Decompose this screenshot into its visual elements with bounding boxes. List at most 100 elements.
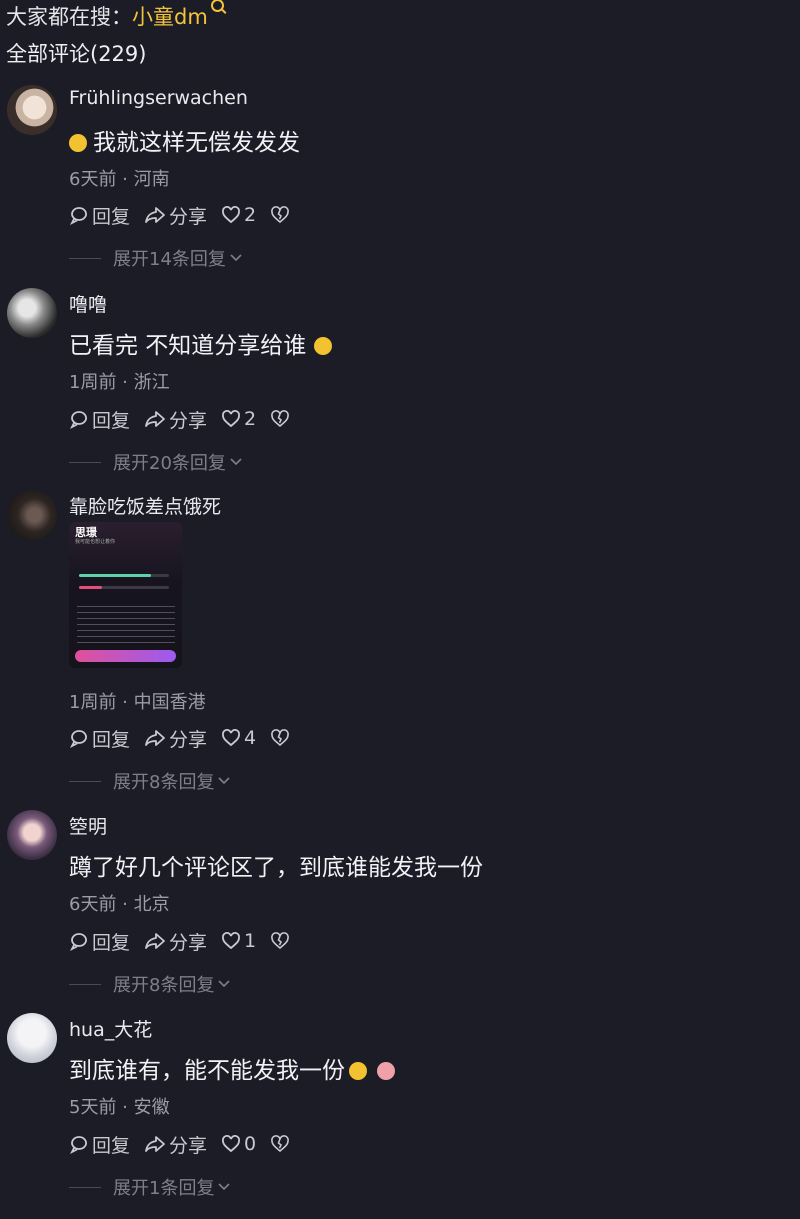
broken-heart-icon [271, 206, 290, 224]
comment-image[interactable]: 思璟 我可能也想让着你 [69, 522, 182, 668]
comment-time-location: 5天前 · 安徽 [69, 1097, 170, 1118]
pleading-emoji-icon [377, 1062, 395, 1080]
comment-text: 到底谁有，能不能发我一份 [69, 1051, 395, 1085]
progress-track [79, 574, 169, 577]
comment-time-location: 1周前 · 中国香港 [69, 692, 206, 713]
chevron-down-icon [218, 1183, 231, 1191]
like-button[interactable]: 1 [221, 930, 256, 952]
divider-line [69, 461, 101, 463]
avatar[interactable] [7, 85, 57, 135]
search-prefix: 大家都在搜： [6, 5, 132, 29]
divider-line [69, 780, 101, 782]
comment-time-location: 1周前 · 浙江 [69, 372, 170, 393]
broken-heart-icon [271, 729, 290, 747]
like-count: 4 [244, 727, 257, 749]
reply-bubble-icon [69, 933, 87, 951]
expand-replies-button[interactable]: 展开8条回复 [69, 768, 231, 794]
comment-item: 靠脸吃饭差点饿死 思璟 我可能也想让着你 1周前 · 中国香港 回复 分享 4 [0, 490, 800, 800]
chevron-down-icon [218, 777, 231, 785]
like-button[interactable]: 2 [221, 204, 256, 226]
avatar[interactable] [7, 810, 57, 860]
avatar[interactable] [7, 1013, 57, 1063]
chevron-down-icon [230, 254, 242, 262]
expand-replies-button[interactable]: 展开14条回复 [69, 245, 243, 271]
comment-actions: 回复 分享 2 [69, 406, 307, 432]
image-button [75, 650, 176, 662]
heart-icon [222, 410, 241, 428]
dislike-button[interactable] [270, 1134, 293, 1154]
comments-count-title: 全部评论(229) [6, 42, 147, 66]
comment-actions: 回复 分享 1 [69, 928, 307, 954]
dislike-button[interactable] [270, 205, 293, 225]
expand-replies-button[interactable]: 展开1条回复 [69, 1174, 231, 1200]
search-suggestion[interactable]: 大家都在搜：小童dm [6, 0, 224, 36]
divider-line [69, 1186, 101, 1188]
chevron-down-icon [230, 458, 242, 466]
comment-author[interactable]: 箜明 [69, 812, 107, 839]
share-button[interactable]: 分享 [144, 406, 207, 433]
comment-text: 蹲了好几个评论区了，到底谁能发我一份 [69, 855, 483, 881]
like-count: 0 [244, 1133, 257, 1155]
progress-track [79, 586, 169, 589]
dislike-button[interactable] [270, 931, 293, 951]
search-icon [210, 0, 224, 12]
comment-actions: 回复 分享 2 [69, 202, 307, 228]
image-subtitle: 我可能也想让着你 [75, 539, 116, 545]
share-arrow-icon [145, 933, 165, 949]
like-count: 1 [244, 930, 257, 952]
chevron-down-icon [218, 980, 231, 988]
expand-replies-button[interactable]: 展开20条回复 [69, 449, 243, 475]
comment-author[interactable]: hua_大花 [69, 1015, 152, 1042]
comment-author[interactable]: 噜噜 [69, 290, 107, 317]
progress-fill [79, 574, 151, 577]
broken-heart-icon [271, 410, 290, 428]
comment-item: hua_大花 到底谁有，能不能发我一份 5天前 · 安徽 回复 分享 0 展开1… [0, 1013, 800, 1203]
like-button[interactable]: 0 [221, 1133, 256, 1155]
broken-heart-icon [271, 932, 290, 950]
reply-button[interactable]: 回复 [69, 406, 130, 433]
avatar[interactable] [7, 288, 57, 338]
share-button[interactable]: 分享 [144, 1131, 207, 1158]
comment-author[interactable]: 靠脸吃饭差点饿死 [69, 492, 221, 519]
reply-button[interactable]: 回复 [69, 725, 130, 752]
comment-time-location: 6天前 · 北京 [69, 894, 170, 915]
share-arrow-icon [145, 207, 165, 223]
reply-bubble-icon [69, 207, 87, 225]
progress-fill [79, 586, 102, 589]
share-button[interactable]: 分享 [144, 202, 207, 229]
share-button[interactable]: 分享 [144, 725, 207, 752]
comment-actions: 回复 分享 0 [69, 1131, 307, 1157]
comment-item: Frühlingserwachen 我就这样无偿发发发 6天前 · 河南 回复 … [0, 85, 800, 275]
reply-bubble-icon [69, 411, 87, 429]
like-count: 2 [244, 204, 257, 226]
heart-icon [222, 932, 241, 950]
reply-button[interactable]: 回复 [69, 202, 130, 229]
search-keyword-link[interactable]: 小童dm [132, 5, 208, 29]
like-button[interactable]: 2 [221, 408, 256, 430]
heart-icon [222, 206, 241, 224]
crying-emoji-icon [349, 1062, 367, 1080]
dislike-button[interactable] [270, 409, 293, 429]
reply-button[interactable]: 回复 [69, 1131, 130, 1158]
divider-line [69, 983, 101, 985]
share-button[interactable]: 分享 [144, 928, 207, 955]
like-button[interactable]: 4 [221, 727, 256, 749]
expand-replies-button[interactable]: 展开8条回复 [69, 971, 231, 997]
image-text-block [77, 606, 175, 646]
share-arrow-icon [145, 730, 165, 746]
reply-button[interactable]: 回复 [69, 928, 130, 955]
avatar[interactable] [7, 490, 57, 540]
reply-bubble-icon [69, 730, 87, 748]
dislike-button[interactable] [270, 728, 293, 748]
broken-heart-icon [271, 1135, 290, 1153]
comment-item: 噜噜 已看完 不知道分享给谁 1周前 · 浙江 回复 分享 2 展开20条回复 [0, 288, 800, 478]
comment-time-location: 6天前 · 河南 [69, 169, 170, 190]
reply-bubble-icon [69, 1136, 87, 1154]
comment-text: 已看完 不知道分享给谁 [69, 326, 333, 360]
comment-item: 箜明 蹲了好几个评论区了，到底谁能发我一份 6天前 · 北京 回复 分享 1 展… [0, 810, 800, 1000]
grin-emoji-icon [314, 337, 333, 355]
heart-icon [222, 1135, 241, 1153]
comment-author[interactable]: Frühlingserwachen [69, 87, 248, 109]
like-count: 2 [244, 408, 257, 430]
comment-actions: 回复 分享 4 [69, 725, 307, 751]
